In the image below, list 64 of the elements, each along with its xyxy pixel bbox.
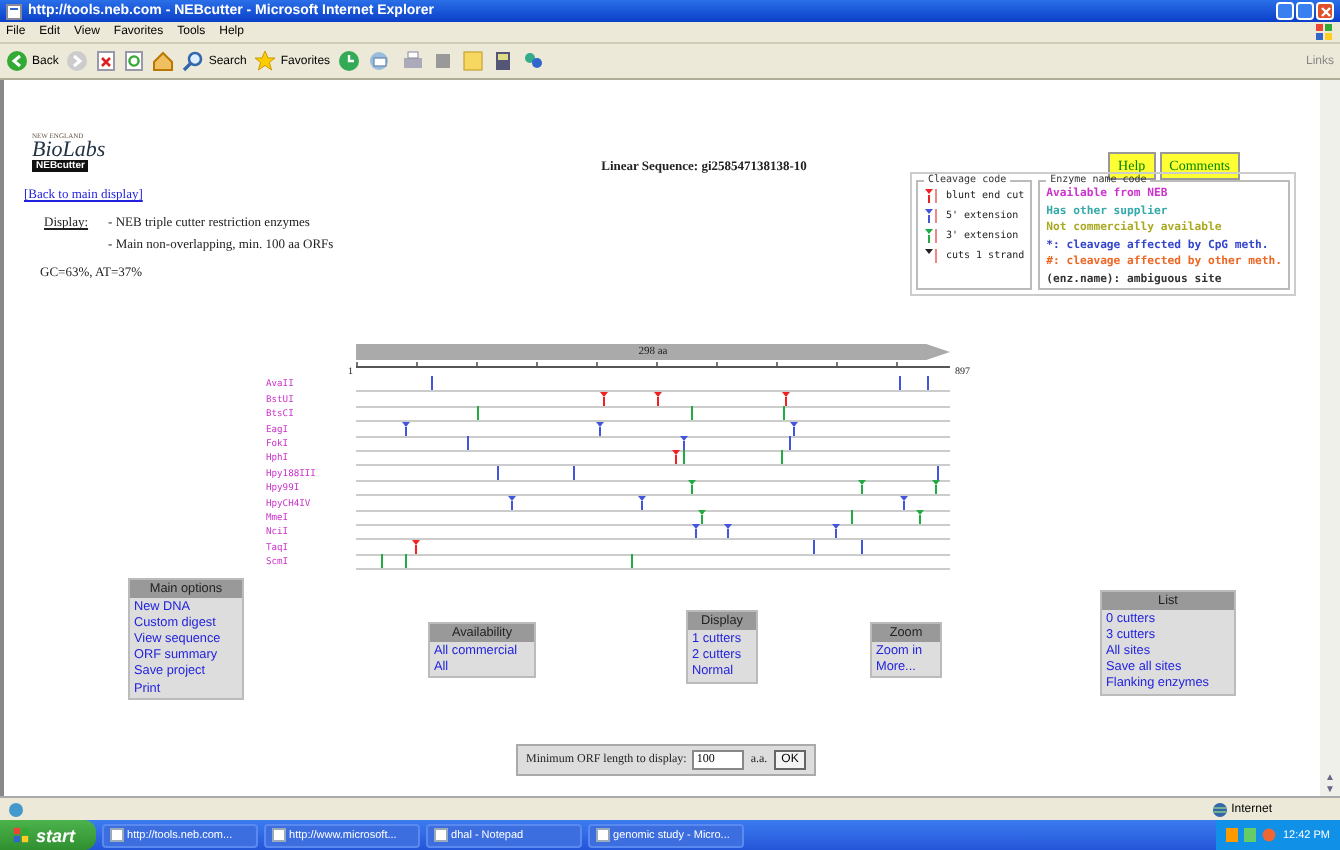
minimize-button[interactable]	[1276, 2, 1294, 20]
cut-site-mark[interactable]	[858, 480, 867, 495]
cut-site-mark[interactable]	[923, 376, 932, 391]
cut-site-mark[interactable]	[377, 554, 386, 569]
windows-logo-icon	[12, 826, 30, 844]
cut-site-mark[interactable]	[473, 406, 482, 421]
cut-site-mark[interactable]	[570, 465, 579, 480]
globe-icon	[1211, 801, 1228, 817]
cut-site-mark[interactable]	[780, 406, 789, 421]
cut-site-mark[interactable]	[724, 524, 733, 539]
windows-logo-icon	[1314, 22, 1334, 42]
cut-site-mark[interactable]	[401, 421, 410, 436]
cut-site-mark[interactable]	[915, 509, 924, 524]
history-icon[interactable]	[338, 50, 361, 72]
cut-site-mark[interactable]	[401, 554, 410, 569]
refresh-icon[interactable]	[124, 50, 145, 72]
cut-site-mark[interactable]	[896, 376, 905, 391]
cut-site-mark[interactable]	[672, 450, 681, 465]
cut-mark-icon	[923, 188, 940, 204]
cut-site-mark[interactable]	[778, 450, 787, 465]
book-icon[interactable]	[492, 50, 515, 72]
cut-site-mark[interactable]	[654, 391, 663, 406]
cut-site-mark[interactable]	[848, 509, 857, 524]
cut-site-mark[interactable]	[831, 524, 840, 539]
cut-site-mark[interactable]	[900, 495, 909, 510]
cut-site-mark[interactable]	[698, 509, 707, 524]
cut-site-mark[interactable]	[790, 421, 799, 436]
window-icon	[595, 828, 610, 842]
cut-site-mark[interactable]	[857, 539, 866, 554]
cut-site-mark[interactable]	[599, 391, 608, 406]
cut-site-mark[interactable]	[934, 465, 943, 480]
home-icon[interactable]	[152, 50, 175, 72]
people-icon[interactable]	[522, 50, 545, 72]
window-icon	[271, 828, 286, 842]
cut-site-mark[interactable]	[688, 480, 697, 495]
cut-site-mark[interactable]	[595, 421, 604, 436]
cut-site-mark[interactable]	[628, 554, 637, 569]
maximize-button[interactable]	[1296, 2, 1314, 20]
cut-site-mark[interactable]	[411, 539, 419, 554]
cut-site-mark[interactable]	[691, 524, 700, 539]
cut-mark-icon	[923, 248, 940, 264]
cut-site-mark[interactable]	[810, 539, 819, 554]
cut-site-mark[interactable]	[785, 435, 794, 450]
cut-site-mark[interactable]	[464, 435, 473, 450]
close-button[interactable]	[1316, 2, 1334, 20]
cut-site-mark[interactable]	[507, 495, 516, 510]
search-icon	[182, 50, 205, 72]
page-icon	[8, 801, 24, 817]
cut-site-mark[interactable]	[781, 391, 790, 406]
cut-site-mark[interactable]	[428, 376, 437, 391]
star-icon	[254, 50, 277, 72]
cut-mark-icon	[923, 228, 940, 244]
cut-mark-icon	[923, 208, 940, 224]
cut-site-mark[interactable]	[679, 435, 688, 450]
cut-site-mark[interactable]	[638, 495, 647, 510]
cut-site-mark[interactable]	[493, 465, 502, 480]
page-icon	[6, 3, 22, 19]
window-icon	[109, 828, 124, 842]
cut-site-mark[interactable]	[680, 450, 689, 465]
cut-site-mark[interactable]	[931, 480, 940, 495]
stop-icon[interactable]	[96, 50, 117, 72]
print-icon[interactable]	[402, 50, 425, 72]
window-icon	[433, 828, 448, 842]
cut-site-mark[interactable]	[688, 406, 697, 421]
